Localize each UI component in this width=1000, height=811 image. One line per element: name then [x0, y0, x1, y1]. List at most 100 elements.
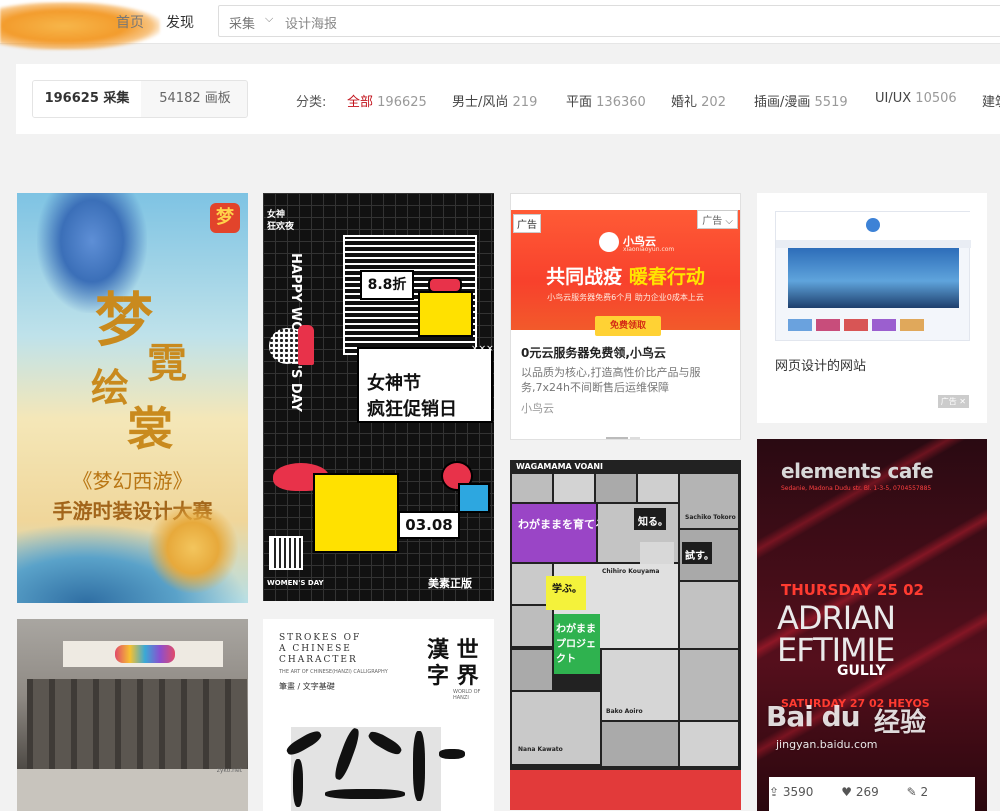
ad-headline: 共同战疫 暖春行动	[546, 266, 705, 288]
repin-count: 3590	[782, 785, 814, 799]
poster-day: THURSDAY 25 02	[781, 581, 924, 599]
website-screenshot	[775, 211, 971, 341]
comment-icon[interactable]: ✎ 2	[907, 785, 941, 799]
photo-grid: WAGAMAMA VOANI わがままを育てる。 知る。 試す。 学ぶ。 わがま…	[510, 460, 741, 810]
baidu-watermark: Bai du 经验 jingyan.baidu.com	[756, 700, 996, 751]
ad-source: 小鸟云	[521, 402, 554, 415]
cloud-logo-icon	[599, 232, 619, 252]
grid-label: わがままプロジェクト	[556, 624, 596, 665]
category-architecture[interactable]: 建筑	[982, 91, 1000, 110]
watermark-baidu: Bai du	[766, 700, 861, 733]
grid-name: Chihiro Kouyama	[602, 568, 660, 575]
ground	[17, 769, 248, 811]
poster-title-cn: 漢 世字 界	[427, 637, 479, 689]
pin-game-poster[interactable]: 梦 梦 霓 绘 裳 《梦幻西游》 手游时装设计大赛	[17, 193, 248, 603]
ad-claim-button[interactable]: 免费领取	[595, 316, 661, 336]
search-scope-select[interactable]: 采集	[229, 13, 255, 32]
poster-en-world: WORLD OF HANZI	[453, 689, 481, 701]
like-count: 269	[855, 785, 879, 799]
poster-title-char: 霓	[147, 340, 187, 387]
close-marks: ×××	[471, 344, 494, 354]
pin-stats: ⇪ 3590 ♥ 269 ✎ 2	[769, 777, 975, 811]
watermark-url: jingyan.baidu.com	[776, 738, 878, 751]
category-graphic[interactable]: 平面 136360	[566, 91, 646, 110]
pin-cafe-poster[interactable]: elements cafe Sedanie, Madona Dudu str. …	[757, 439, 987, 811]
brush-stroke	[439, 749, 465, 759]
ad-label: 广告	[513, 214, 541, 233]
poster-title-char: 梦	[95, 286, 154, 354]
poster-brand: elements cafe	[781, 459, 934, 483]
chevron-down-icon[interactable]: ⌵	[265, 12, 273, 26]
poster-corner-text: 女神 狂欢夜	[267, 210, 295, 232]
repin-icon[interactable]: ⇪ 3590	[769, 785, 825, 799]
like-icon[interactable]: ♥ 269	[841, 785, 890, 799]
discount-tag: 8.8折	[360, 270, 414, 300]
pin-wagamama-poster[interactable]: WAGAMAMA VOANI わがままを育てる。 知る。 試す。 学ぶ。 わがま…	[510, 460, 741, 810]
photo-credit: zyko.net	[216, 767, 242, 774]
promo-panel: 女神节 疯狂促销日	[357, 347, 493, 423]
search-bar[interactable]: 采集 ⌵ 设计海报	[218, 5, 1000, 37]
building-sign	[63, 641, 223, 667]
pin-building-photo[interactable]: zyko.net	[17, 619, 248, 811]
brush-stroke	[325, 789, 405, 799]
boards-toggle[interactable]: 54182 画板	[141, 81, 247, 117]
lamp-graphic	[458, 483, 490, 513]
gift-box-icon	[418, 291, 473, 337]
ad-subtext: 小鸟云服务器免费6个月 助力企业0成本上云	[547, 293, 704, 302]
search-input[interactable]: 设计海报	[285, 13, 337, 32]
poster-address: Sedanie, Madona Dudu str. Bl. 1-3-5, 070…	[781, 485, 932, 492]
poster-subtitle: 筆畫 / 文字基礎	[279, 682, 335, 691]
grid-name: Sachiko Tokoro	[685, 514, 736, 521]
character-illustration	[148, 503, 238, 593]
promo-line-2: 疯狂促销日	[367, 399, 457, 420]
poster-title-char: 裳	[127, 402, 173, 456]
pin-website[interactable]: 网页设计的网站 广告 ✕	[757, 193, 987, 423]
building-facade	[27, 679, 247, 769]
poster-en-subtitle: THE ART OF CHINESE(HANZI) CALLIGRAPHY	[279, 669, 388, 675]
category-wedding[interactable]: 婚礼 202	[671, 91, 726, 110]
grid-label: 試す。	[685, 551, 714, 562]
pin-calligraphy-poster[interactable]: STROKES OF A CHINESE CHARACTER THE ART OF …	[263, 619, 494, 811]
poster-footer-right: 美素正版	[428, 577, 472, 590]
qr-code	[269, 536, 303, 570]
pin-womens-day-poster[interactable]: 女神狂欢夜 HAPPY WOMEN'S DAY 8.8折 女神节 疯狂促销日 ×…	[263, 193, 494, 601]
pins-toggle[interactable]: 196625 采集	[33, 81, 141, 117]
comment-count: 2	[920, 785, 929, 799]
category-menswear[interactable]: 男士/风尚 219	[452, 91, 537, 110]
date-tag: 03.08	[398, 511, 460, 539]
category-illustration[interactable]: 插画/漫画 5519	[754, 91, 848, 110]
filter-bar: 196625 采集 54182 画板 分类: 全部 196625 男士/风尚 2…	[16, 64, 1000, 134]
grid-label: 知る。	[638, 517, 668, 528]
poster-footer-left: WOMEN'S DAY	[267, 579, 324, 587]
ad-options-dropdown[interactable]: 广告 ⌵	[697, 210, 738, 229]
nav-discover-link[interactable]: 发现	[166, 12, 194, 32]
cubes-graphic	[313, 473, 399, 553]
result-type-toggle: 196625 采集 54182 画板	[32, 80, 248, 118]
pin-title[interactable]: 网页设计的网站	[775, 355, 866, 374]
category-uiux[interactable]: UI/UX 10506	[875, 91, 957, 106]
ad-brand-domain: xiaoniaoyun.com	[623, 246, 675, 253]
poster-subtitle: 《梦幻西游》	[72, 469, 193, 493]
watermark-jingyan: 经验	[874, 708, 927, 738]
poster-title-en: STROKES OF A CHINESE CHARACTER	[279, 633, 362, 665]
category-all[interactable]: 全部 196625	[347, 91, 427, 110]
poster-support-act: GULLY	[837, 663, 886, 679]
grid-name: Nana Kawato	[518, 746, 563, 753]
grid-header: WAGAMAMA VOANI	[516, 462, 604, 471]
carousel-indicator[interactable]	[606, 425, 646, 439]
ad-close-tag[interactable]: 广告 ✕	[937, 395, 969, 408]
brush-stroke	[293, 759, 303, 807]
nav-home-link[interactable]: 首页	[116, 12, 144, 32]
lipstick-icon	[298, 325, 314, 365]
poster-title-char: 绘	[91, 365, 130, 410]
pin-ad[interactable]: 小鸟云 xiaoniaoyun.com 共同战疫 暖春行动 小鸟云服务器免费6个…	[510, 193, 741, 440]
game-logo-badge: 梦	[210, 203, 240, 233]
top-navigation: 首页 发现 采集 ⌵ 设计海报	[0, 0, 1000, 50]
grid-name: Bako Aoiro	[606, 708, 643, 715]
promo-line-1: 女神节	[367, 373, 421, 394]
ad-description: 以品质为核心,打造高性价比产品与服务,7x24h不间断售后运维保障	[521, 366, 701, 394]
category-label: 分类:	[296, 95, 327, 110]
brush-stroke	[413, 731, 425, 801]
grid-label: 学ぶ。	[552, 584, 582, 595]
ad-title[interactable]: 0元云服务器免费领,小鸟云	[521, 344, 666, 361]
